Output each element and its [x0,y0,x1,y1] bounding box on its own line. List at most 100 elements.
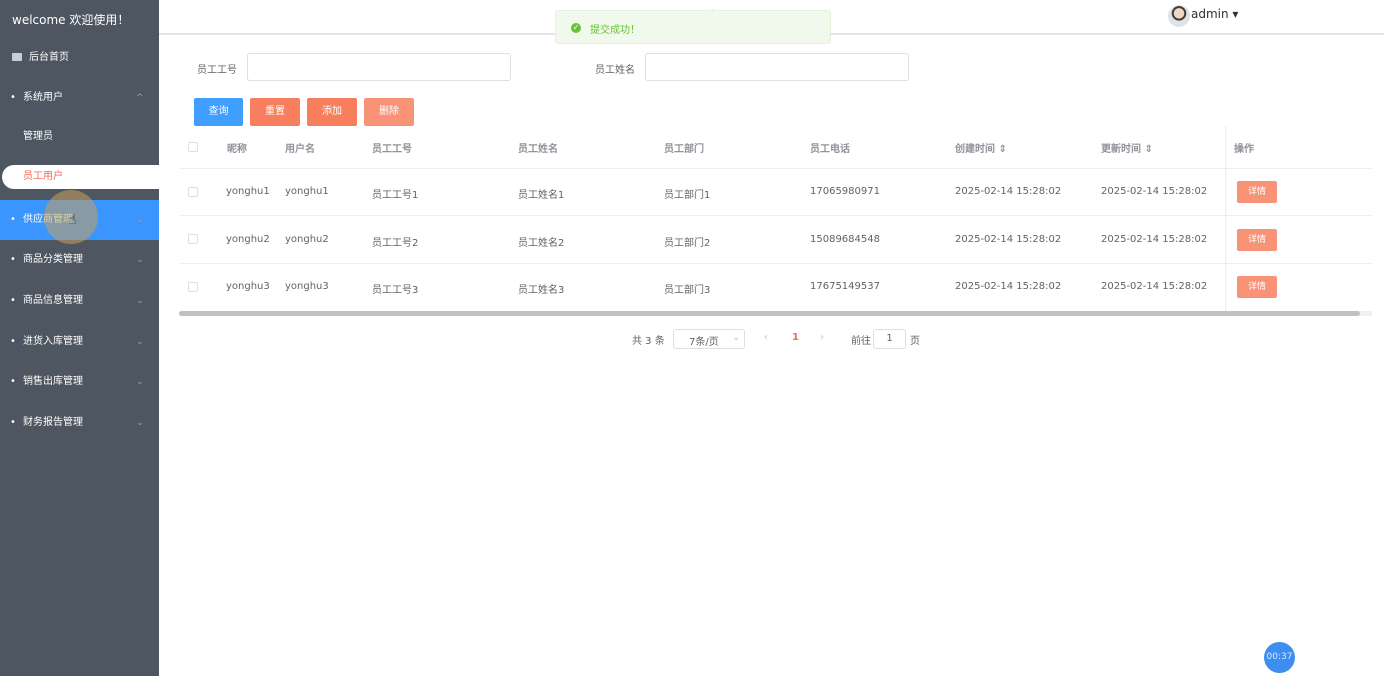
next-page-button[interactable]: › [820,332,824,343]
emp-name-label: 员工姓名 [595,65,635,76]
goto-page-input[interactable]: 1 [873,329,906,349]
sidebar-item-system-users[interactable]: • 系统用户 ^ [0,78,159,118]
page-size-select[interactable]: 7条/页 ⌄ [673,329,745,349]
cell-created: 2025-02-14 15:28:02 [955,234,1062,245]
cell-dept: 员工部门3 [664,285,711,296]
sidebar-item-product[interactable]: • 商品信息管理 ⌄ [0,281,159,321]
row-divider [179,168,1372,169]
sidebar-subitem-employee[interactable]: 员工用户 [2,165,162,189]
emp-name-input[interactable] [645,53,909,81]
column-header: 员工部门 [664,144,704,155]
query-button[interactable]: 查询 [194,98,243,126]
chevron-down-icon: ⌄ [136,255,144,265]
cell-dept: 员工部门1 [664,190,711,201]
column-header: 操作 [1234,144,1254,155]
chevron-down-icon: ⌄ [136,215,144,225]
row-checkbox[interactable] [188,187,198,197]
cell-emp-no: 员工工号1 [372,190,419,201]
chevron-down-icon: ⌄ [136,296,144,306]
sidebar-item-finance[interactable]: • 财务报告管理 ⌄ [0,403,159,443]
cell-emp-name: 员工姓名3 [518,285,565,296]
column-header-sortable[interactable]: 更新时间 ⇕ [1101,140,1153,155]
bullet-icon: • [10,295,16,306]
sidebar-item-label: 进货入库管理 [23,336,83,347]
delete-button[interactable]: 删除 [364,98,414,126]
detail-button[interactable]: 详情 [1237,229,1277,251]
chevron-up-icon: ^ [136,93,144,103]
reset-button[interactable]: 重置 [250,98,300,126]
cell-dept: 员工部门2 [664,238,711,249]
cell-nickname: yonghu1 [226,186,270,197]
cell-created: 2025-02-14 15:28:02 [955,186,1062,197]
emp-no-input[interactable] [247,53,511,81]
sidebar-item-label: 商品分类管理 [23,254,83,265]
sidebar: welcome 欢迎使用！ 后台首页 • 系统用户 ^ 管理员 员工用户 • 供… [0,0,162,676]
cell-emp-name: 员工姓名2 [518,238,565,249]
cell-phone: 17675149537 [810,281,880,292]
column-header: 员工工号 [372,144,412,155]
sidebar-item-label: 商品信息管理 [23,295,83,306]
scrollbar-thumb[interactable] [179,311,1360,316]
cell-username: yonghu3 [285,281,329,292]
detail-button[interactable]: 详情 [1237,276,1277,298]
prev-page-button[interactable]: ‹ [764,332,768,343]
cell-phone: 17065980971 [810,186,880,197]
chevron-down-icon: ⌄ [136,377,144,387]
chevron-down-icon: ⌄ [732,332,741,343]
goto-label: 前往 [851,336,871,347]
cell-nickname: yonghu3 [226,281,270,292]
column-header: 昵称 [227,144,247,155]
row-checkbox[interactable] [188,282,198,292]
row-divider [179,215,1372,216]
column-header: 用户名 [285,144,315,155]
sidebar-item-home[interactable]: 后台首页 [0,38,159,78]
add-button[interactable]: 添加 [307,98,357,126]
bullet-icon: • [10,254,16,265]
success-toast: ✓ 提交成功！ [555,10,831,44]
sidebar-item-category[interactable]: • 商品分类管理 ⌄ [0,240,159,280]
cell-emp-no: 员工工号3 [372,285,419,296]
avatar[interactable] [1168,5,1190,27]
column-header-sortable[interactable]: 创建时间 ⇕ [955,140,1007,155]
cell-updated: 2025-02-14 15:28:02 [1101,186,1208,197]
sidebar-item-label: 财务报告管理 [23,417,83,428]
cell-nickname: yonghu2 [226,234,270,245]
bullet-icon: • [10,92,16,103]
cell-emp-no: 员工工号2 [372,238,419,249]
bullet-icon: • [10,214,16,225]
cell-updated: 2025-02-14 15:28:02 [1101,234,1208,245]
sidebar-item-label: 后台首页 [29,52,69,63]
chevron-down-icon: ⌄ [136,337,144,347]
cell-emp-name: 员工姓名1 [518,190,565,201]
cell-phone: 15089684548 [810,234,880,245]
hand-pointer-icon: ☝ [68,212,77,228]
page-size-value: 7条/页 [689,337,719,348]
user-menu[interactable]: admin ▾ [1191,7,1238,21]
sidebar-item-label: 系统用户 [23,92,63,103]
row-divider [179,263,1372,264]
detail-button[interactable]: 详情 [1237,181,1277,203]
monitor-icon [12,53,22,61]
page-suffix: 页 [910,336,920,347]
sidebar-subitem-admin[interactable]: 管理员 [0,117,159,157]
emp-no-label: 员工工号 [197,65,237,76]
timer-badge: 00:37 [1264,642,1295,673]
row-checkbox[interactable] [188,234,198,244]
sidebar-item-stock-in[interactable]: • 进货入库管理 ⌄ [0,322,159,362]
table-horizontal-scrollbar[interactable] [179,311,1372,316]
welcome-text: welcome 欢迎使用！ [12,13,130,27]
sidebar-item-label: 销售出库管理 [23,376,83,387]
pagination-total: 共 3 条 [632,336,665,347]
sidebar-item-label: 管理员 [23,131,53,142]
column-header: 员工电话 [810,144,850,155]
bullet-icon: • [10,417,16,428]
current-page[interactable]: 1 [792,332,799,343]
column-header: 员工姓名 [518,144,558,155]
cell-updated: 2025-02-14 15:28:02 [1101,281,1208,292]
chevron-down-icon: ⌄ [136,418,144,428]
toast-message: 提交成功！ [590,25,640,36]
cell-created: 2025-02-14 15:28:02 [955,281,1062,292]
cell-username: yonghu2 [285,234,329,245]
sidebar-item-stock-out[interactable]: • 销售出库管理 ⌄ [0,362,159,402]
select-all-checkbox[interactable] [188,142,198,152]
